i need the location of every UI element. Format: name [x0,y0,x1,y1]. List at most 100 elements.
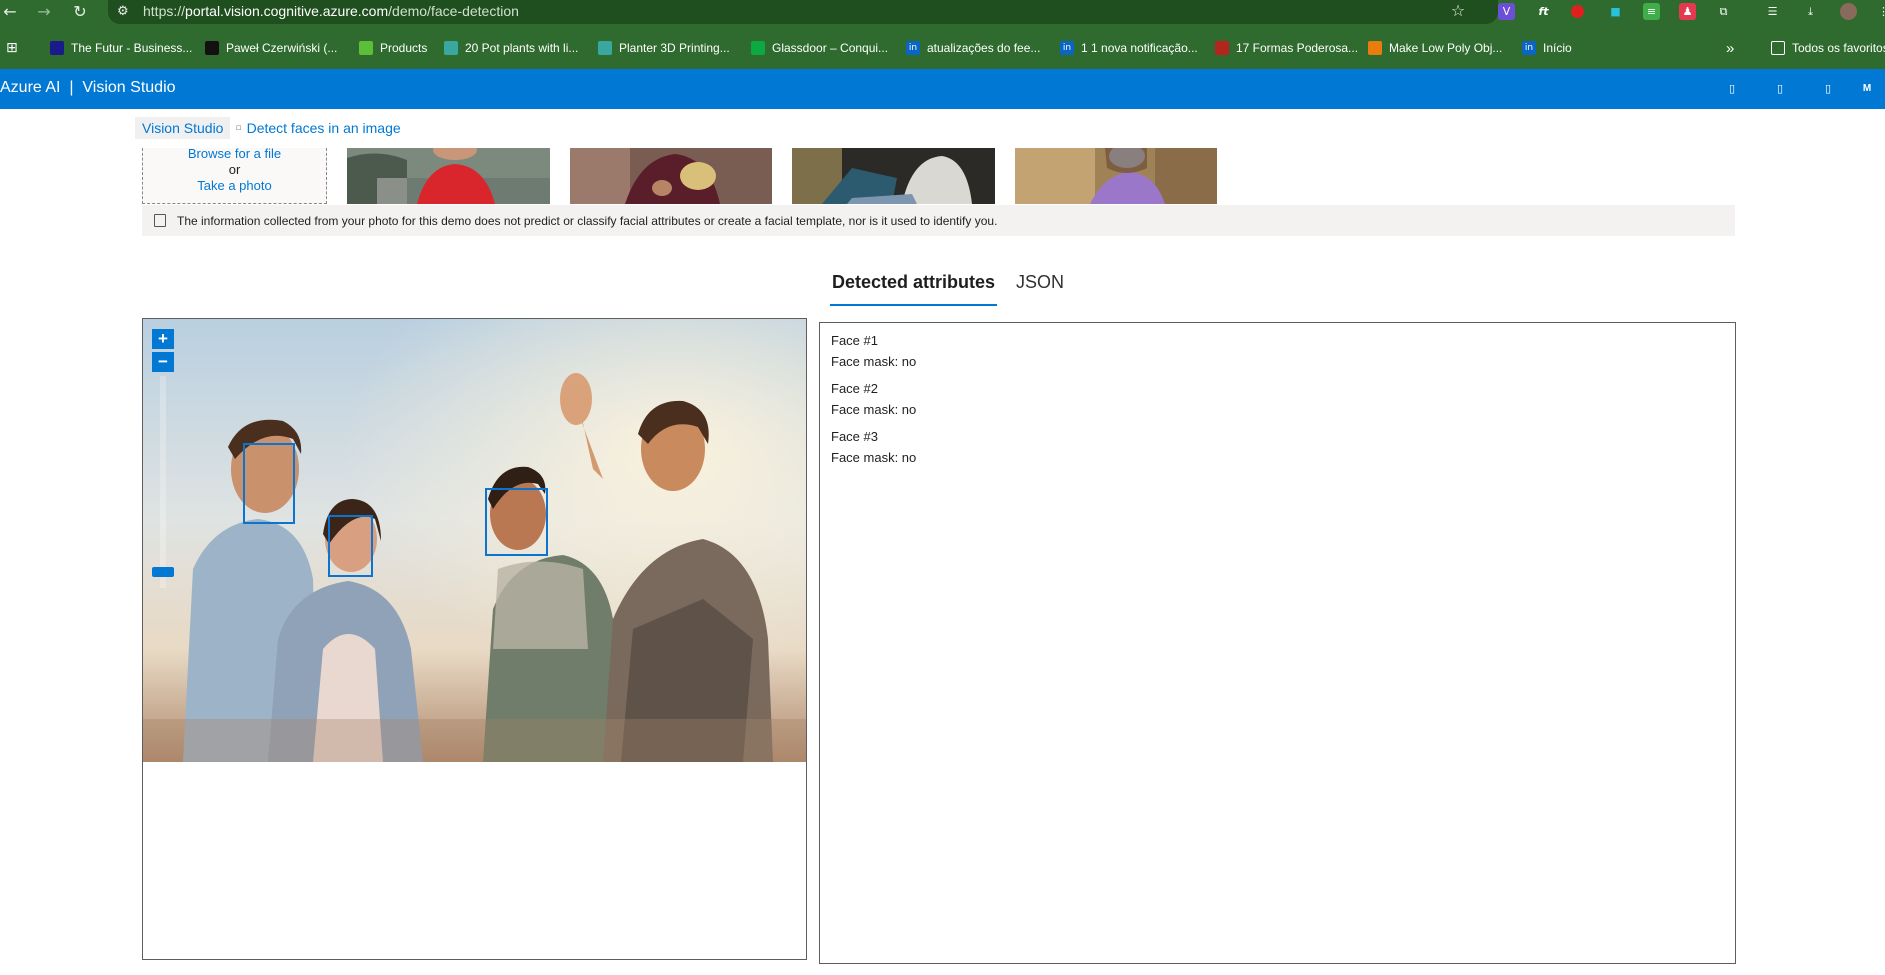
browser-menu-icon[interactable]: ⋮ [1875,3,1885,20]
sample-image-3[interactable] [792,148,995,204]
linkedin-icon: in [906,41,920,55]
profile-avatar-icon[interactable] [1840,3,1857,20]
bookmark-item[interactable]: in 1 1 nova notificação... [1060,37,1198,59]
url-host: portal.vision.cognitive.azure.com [185,3,389,19]
bookmark-item[interactable]: Planter 3D Printing... [598,37,730,59]
more-bookmarks-button[interactable]: » [1726,37,1734,59]
folder-label: Todos os favoritos [1792,41,1885,55]
address-bar-row: ← → ↻ ⚙ https://portal.vision.cognitive.… [0,0,1885,24]
extensions-puzzle-icon[interactable]: ⧉ [1715,3,1732,20]
bookmark-label: Products [380,41,428,55]
help-icon[interactable]: ▯ [1821,81,1835,97]
bookmark-item[interactable]: 20 Pot plants with li... [444,37,578,59]
breadcrumb-home-link[interactable]: Vision Studio [135,117,231,139]
bookmark-item[interactable]: Make Low Poly Obj... [1368,37,1502,59]
notifications-icon[interactable]: ▯ [1725,81,1739,97]
bookmark-label: The Futur - Business... [71,41,193,55]
blender-icon [1368,41,1382,55]
bookmark-label: 20 Pot plants with li... [465,41,579,55]
sample-image-2-graphic [570,148,772,204]
sample-image-3-graphic [792,148,995,204]
extension-sheet-icon[interactable]: ≡ [1643,3,1660,20]
tab-detected-attributes[interactable]: Detected attributes [830,272,998,306]
face-attribute: Face mask: no [831,402,917,417]
reading-list-icon[interactable]: ☰ [1764,3,1781,20]
extension-ft-icon[interactable]: ft [1535,3,1552,20]
bookmark-label: Paweł Czerwiński (... [226,41,338,55]
bookmark-item[interactable]: 17 Formas Poderosa... [1215,37,1358,59]
unsplash-icon [205,41,219,55]
back-arrow-icon[interactable]: ← [0,2,20,22]
bookmark-item[interactable]: Paweł Czerwiński (... [205,37,337,59]
extension-profile-icon[interactable]: ♟ [1679,3,1696,20]
forward-arrow-icon[interactable]: → [34,2,54,22]
zoom-in-button[interactable]: + [152,329,174,349]
zoom-out-button[interactable]: − [152,352,174,372]
bookmark-label: Início [1543,41,1572,55]
glassdoor-icon [751,41,765,55]
tab-json[interactable]: JSON [1016,272,1064,306]
download-icon[interactable]: ⤓ [1802,3,1819,20]
more-bookmarks-label: » [1726,39,1735,57]
bookmark-item[interactable]: Products [359,37,427,59]
face-attribute: Face mask: no [831,354,917,369]
bookmark-label: Make Low Poly Obj... [1389,41,1503,55]
bookmark-item[interactable]: in atualizações do fee... [906,37,1040,59]
settings-icon[interactable]: ▯ [1773,81,1787,97]
site-settings-icon[interactable]: ⚙ [117,3,135,21]
analyzed-photo[interactable] [143,319,806,762]
products-icon [359,41,373,55]
bookmark-label: 17 Formas Poderosa... [1236,41,1359,55]
linkedin-icon: in [1522,41,1536,55]
bookmarks-bar: ⊞ The Futur - Business... Paweł Czerwińs… [0,37,1885,59]
upload-area[interactable]: Browse for a file or Take a photo [142,146,327,204]
app-header: Azure AI | Vision Studio ▯ ▯ ▯ M [0,69,1885,109]
bookmark-label: Glassdoor – Conqui... [772,41,889,55]
bookmark-label: atualizações do fee... [927,41,1041,55]
extension-chat-icon[interactable]: ■ [1607,3,1624,20]
analyzed-photo-graphic [143,319,806,762]
futur-icon [50,41,64,55]
other-bookmarks-folder[interactable]: Todos os favoritos [1771,37,1885,59]
bookmark-red-icon [1215,41,1229,55]
take-photo-link[interactable]: Take a photo [143,178,326,194]
face-title: Face #2 [831,381,878,396]
linkedin-icon: in [1060,41,1074,55]
face-result-3: Face #3 Face mask: no [831,426,1724,468]
bookmark-item[interactable]: Glassdoor – Conqui... [751,37,888,59]
sample-image-4-graphic [1015,148,1217,204]
folder-icon [1771,41,1785,55]
apps-grid-icon[interactable]: ⊞ [6,37,18,59]
bookmark-item[interactable]: The Futur - Business... [50,37,192,59]
face-title: Face #3 [831,429,878,444]
sample-image-1-graphic [347,148,550,204]
breadcrumb-current-link[interactable]: Detect faces in an image [247,120,401,136]
zoom-slider-handle[interactable] [152,567,174,577]
zoom-slider-track[interactable] [160,376,166,588]
detected-attributes-panel: Face #1 Face mask: no Face #2 Face mask:… [819,322,1736,964]
face-result-2: Face #2 Face mask: no [831,378,1724,420]
app-title[interactable]: Azure AI | Vision Studio [0,79,176,97]
info-icon [154,214,166,227]
image-viewer[interactable]: + − [142,318,807,960]
account-avatar[interactable]: M [1860,81,1874,97]
sample-image-4[interactable] [1015,148,1217,204]
or-label: or [228,162,241,177]
bookmark-label: Planter 3D Printing... [619,41,730,55]
extension-v-icon[interactable]: V [1498,3,1515,20]
bookmark-star-icon[interactable]: ☆ [1448,1,1468,21]
sample-image-1[interactable] [347,148,550,204]
sample-image-2[interactable] [570,148,772,204]
url-text[interactable]: https://portal.vision.cognitive.azure.co… [143,3,519,19]
face-title: Face #1 [831,333,878,348]
breadcrumb: Vision Studio ▫ Detect faces in an image [135,116,401,140]
bookmark-item[interactable]: in Início [1522,37,1572,59]
browse-file-link[interactable]: Browse for a file [143,146,326,162]
privacy-notice-text: The information collected from your phot… [177,214,998,228]
qr-icon [444,41,458,55]
qr-icon [598,41,612,55]
reload-icon[interactable]: ↻ [70,2,90,22]
face-result-1: Face #1 Face mask: no [831,330,1724,372]
extension-record-icon[interactable] [1571,5,1584,18]
url-path: /demo/face-detection [388,3,519,19]
